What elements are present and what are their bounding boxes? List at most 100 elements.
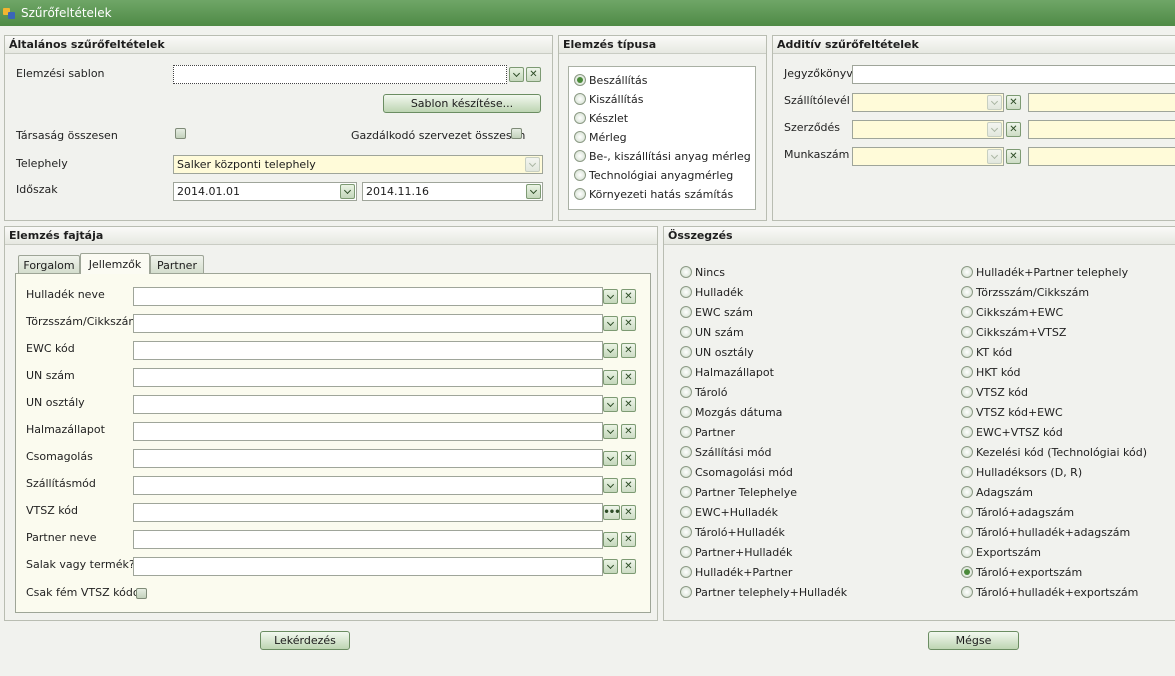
radio-button[interactable] xyxy=(574,131,586,143)
analysis-type-option[interactable]: Be-, kiszállítási anyag mérleg xyxy=(574,149,751,163)
analysis-type-option[interactable]: Környezeti hatás számítás xyxy=(574,187,733,201)
radio-button[interactable] xyxy=(680,326,692,338)
radio-button[interactable] xyxy=(961,566,973,578)
characteristic-input[interactable] xyxy=(133,287,603,306)
contract-select[interactable] xyxy=(852,120,1004,139)
summary-option[interactable]: Partner+Hulladék xyxy=(680,545,792,559)
radio-button[interactable] xyxy=(961,486,973,498)
summary-option[interactable]: Hulladéksors (D, R) xyxy=(961,465,1082,479)
summary-option[interactable]: Partner telephely+Hulladék xyxy=(680,585,847,599)
characteristic-input[interactable] xyxy=(133,422,603,441)
radio-button[interactable] xyxy=(574,74,586,86)
characteristic-input[interactable] xyxy=(133,530,603,549)
template-clear-button[interactable]: ✕ xyxy=(526,67,541,82)
period-from-dropdown-button[interactable] xyxy=(340,184,355,199)
summary-option[interactable]: Hulladék+Partner telephely xyxy=(961,265,1128,279)
characteristic-clear-button[interactable]: ✕ xyxy=(621,559,636,574)
contract-clear-button[interactable]: ✕ xyxy=(1006,122,1021,137)
contract-dropdown-button[interactable] xyxy=(987,122,1002,137)
browse-button[interactable]: ••• xyxy=(603,505,621,520)
report-input[interactable] xyxy=(852,65,1175,84)
characteristic-input[interactable] xyxy=(133,341,603,360)
characteristic-input[interactable] xyxy=(133,314,603,333)
characteristic-dropdown-button[interactable] xyxy=(603,532,618,547)
site-dropdown-button[interactable] xyxy=(525,157,540,172)
summary-option[interactable]: Partner Telephelye xyxy=(680,485,797,499)
analysis-type-option[interactable]: Mérleg xyxy=(574,130,627,144)
radio-button[interactable] xyxy=(574,112,586,124)
summary-option[interactable]: Hulladék+Partner xyxy=(680,565,792,579)
radio-button[interactable] xyxy=(680,346,692,358)
radio-button[interactable] xyxy=(680,266,692,278)
metal-only-vtsz-checkbox[interactable] xyxy=(136,588,147,599)
tab-forgalom[interactable]: Forgalom xyxy=(18,255,80,274)
radio-button[interactable] xyxy=(680,566,692,578)
template-select[interactable] xyxy=(173,65,507,84)
radio-button[interactable] xyxy=(680,466,692,478)
radio-button[interactable] xyxy=(680,506,692,518)
summary-option[interactable]: UN szám xyxy=(680,325,744,339)
cancel-button[interactable]: Mégse xyxy=(928,631,1019,650)
characteristic-dropdown-button[interactable] xyxy=(603,559,618,574)
radio-button[interactable] xyxy=(961,546,973,558)
summary-option[interactable]: Halmazállapot xyxy=(680,365,774,379)
summary-option[interactable]: HKT kód xyxy=(961,365,1021,379)
tab-jellemzok[interactable]: Jellemzők xyxy=(80,253,150,274)
summary-option[interactable]: EWC+Hulladék xyxy=(680,505,778,519)
characteristic-clear-button[interactable]: ✕ xyxy=(621,424,636,439)
summary-option[interactable]: VTSZ kód xyxy=(961,385,1028,399)
characteristic-input[interactable] xyxy=(133,557,603,576)
radio-button[interactable] xyxy=(680,306,692,318)
radio-button[interactable] xyxy=(680,526,692,538)
radio-button[interactable] xyxy=(680,286,692,298)
radio-button[interactable] xyxy=(961,386,973,398)
summary-option[interactable]: Cikkszám+VTSZ xyxy=(961,325,1066,339)
radio-button[interactable] xyxy=(680,386,692,398)
characteristic-dropdown-button[interactable] xyxy=(603,316,618,331)
characteristic-clear-button[interactable]: ✕ xyxy=(621,343,636,358)
characteristic-input[interactable] xyxy=(133,368,603,387)
analysis-type-option[interactable]: Készlet xyxy=(574,111,628,125)
characteristic-dropdown-button[interactable] xyxy=(603,478,618,493)
period-from-date[interactable]: 2014.01.01 xyxy=(173,182,357,201)
delivery-note-select[interactable] xyxy=(852,93,1004,112)
characteristic-clear-button[interactable]: ✕ xyxy=(621,451,636,466)
radio-button[interactable] xyxy=(961,586,973,598)
job-number-dropdown-button[interactable] xyxy=(987,149,1002,164)
radio-button[interactable] xyxy=(680,546,692,558)
characteristic-clear-button[interactable]: ✕ xyxy=(621,370,636,385)
summary-option[interactable]: Tároló+hulladék+adagszám xyxy=(961,525,1130,539)
summary-option[interactable]: Exportszám xyxy=(961,545,1041,559)
summary-option[interactable]: KT kód xyxy=(961,345,1012,359)
characteristic-dropdown-button[interactable] xyxy=(603,424,618,439)
characteristic-dropdown-button[interactable] xyxy=(603,451,618,466)
radio-button[interactable] xyxy=(961,326,973,338)
radio-button[interactable] xyxy=(961,306,973,318)
summary-option[interactable]: Mozgás dátuma xyxy=(680,405,782,419)
characteristic-clear-button[interactable]: ✕ xyxy=(621,478,636,493)
summary-option[interactable]: VTSZ kód+EWC xyxy=(961,405,1063,419)
summary-option[interactable]: EWC szám xyxy=(680,305,753,319)
radio-button[interactable] xyxy=(961,366,973,378)
analysis-type-option[interactable]: Technológiai anyagmérleg xyxy=(574,168,733,182)
characteristic-dropdown-button[interactable] xyxy=(603,289,618,304)
radio-button[interactable] xyxy=(574,93,586,105)
summary-option[interactable]: Tároló+adagszám xyxy=(961,505,1074,519)
characteristic-input[interactable] xyxy=(133,395,603,414)
radio-button[interactable] xyxy=(961,526,973,538)
site-select[interactable]: Salker központi telephely xyxy=(173,155,543,174)
query-button[interactable]: Lekérdezés xyxy=(260,631,350,650)
radio-button[interactable] xyxy=(574,169,586,181)
summary-option[interactable]: Nincs xyxy=(680,265,725,279)
analysis-type-option[interactable]: Beszállítás xyxy=(574,73,648,87)
summary-option[interactable]: UN osztály xyxy=(680,345,754,359)
radio-button[interactable] xyxy=(961,406,973,418)
characteristic-dropdown-button[interactable] xyxy=(603,370,618,385)
radio-button[interactable] xyxy=(961,266,973,278)
radio-button[interactable] xyxy=(961,466,973,478)
job-number-clear-button[interactable]: ✕ xyxy=(1006,149,1021,164)
characteristic-input[interactable] xyxy=(133,503,603,522)
radio-button[interactable] xyxy=(961,506,973,518)
radio-button[interactable] xyxy=(574,150,586,162)
period-to-dropdown-button[interactable] xyxy=(526,184,541,199)
